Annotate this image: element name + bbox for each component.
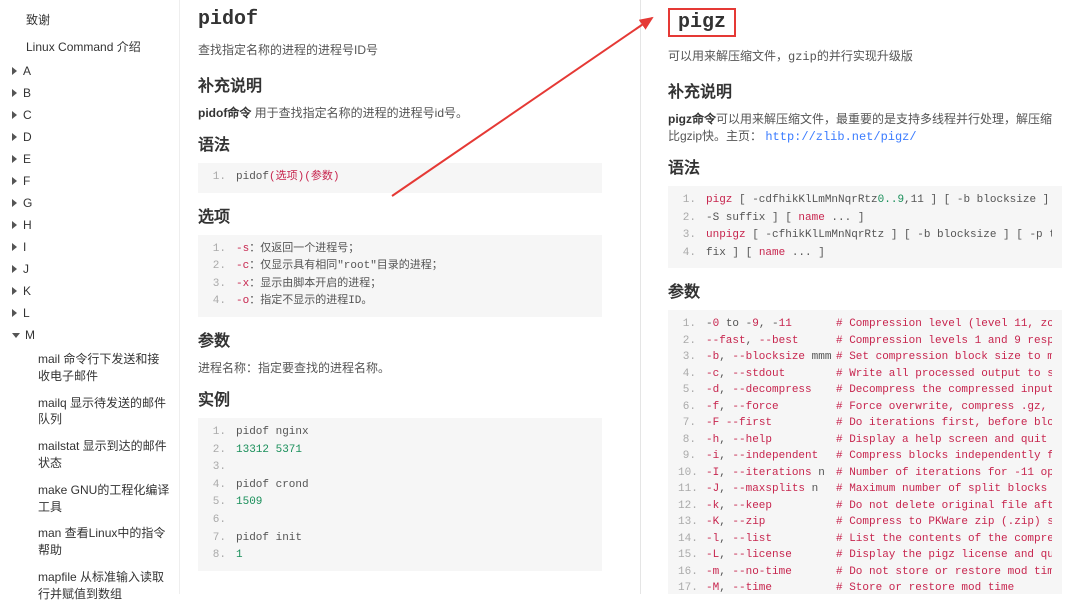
chevron-icon bbox=[12, 265, 17, 273]
sidebar-letter-k[interactable]: K bbox=[12, 280, 179, 302]
sidebar-letter-label: I bbox=[23, 240, 26, 254]
pidof-section-options: 选项 bbox=[198, 203, 602, 227]
sidebar-letter-label: C bbox=[23, 108, 32, 122]
sidebar-letter-g[interactable]: G bbox=[12, 192, 179, 214]
chevron-icon bbox=[12, 309, 17, 317]
sidebar-sub-item[interactable]: man 查看Linux中的指令帮助 bbox=[12, 520, 179, 564]
chevron-icon bbox=[12, 67, 17, 75]
pidof-sup-text: pidof命令 用于查找指定名称的进程的进程号id号。 bbox=[198, 104, 602, 121]
sidebar-letter-a[interactable]: A bbox=[12, 60, 179, 82]
pigz-sup-text: pigz命令可以用来解压缩文件，最重要的是支持多线程并行处理，解压缩比gzip快… bbox=[668, 110, 1062, 144]
pidof-example-code: 1.pidof nginx2.13312 53713.4.pidof crond… bbox=[198, 418, 602, 571]
chevron-icon bbox=[12, 177, 17, 185]
sidebar-letter-label: E bbox=[23, 152, 31, 166]
pidof-section-sup: 补充说明 bbox=[198, 72, 602, 96]
sidebar-letter-label: G bbox=[23, 196, 32, 210]
pidof-sup-rest: 用于查找指定名称的进程的进程号id号。 bbox=[251, 106, 468, 120]
pigz-link[interactable]: http://zlib.net/pigz/ bbox=[765, 130, 916, 144]
sidebar-letter-c[interactable]: C bbox=[12, 104, 179, 126]
sidebar-letter-b[interactable]: B bbox=[12, 82, 179, 104]
sidebar: 致谢Linux Command 介绍 ABCDEFGHIJKLMmail 命令行… bbox=[0, 0, 180, 594]
pidof-section-syntax: 语法 bbox=[198, 131, 602, 155]
sidebar-thanks[interactable]: 致谢 bbox=[12, 6, 179, 33]
pidof-syntax-code: 1.pidof(选项)(参数) bbox=[198, 163, 602, 193]
sidebar-intro[interactable]: Linux Command 介绍 bbox=[12, 33, 179, 60]
sidebar-sub-item[interactable]: mailstat 显示到达的邮件状态 bbox=[12, 433, 179, 477]
sidebar-letter-i[interactable]: I bbox=[12, 236, 179, 258]
pigz-params-code: 1.-0 to -9, -11# Compression level (leve… bbox=[668, 310, 1062, 594]
pigz-sub-post: 的并行实现升级版 bbox=[817, 49, 913, 63]
chevron-icon bbox=[12, 89, 17, 97]
sidebar-letter-label: A bbox=[23, 64, 31, 78]
pigz-section-syntax: 语法 bbox=[668, 154, 1062, 178]
sidebar-letter-h[interactable]: H bbox=[12, 214, 179, 236]
sidebar-letter-f[interactable]: F bbox=[12, 170, 179, 192]
chevron-icon bbox=[12, 333, 20, 338]
pidof-sup-bold: pidof命令 bbox=[198, 106, 251, 120]
sidebar-sub-item[interactable]: mapfile 从标准输入读取行并赋值到数组 bbox=[12, 564, 179, 608]
pane-divider bbox=[640, 0, 641, 594]
pidof-subtitle: 查找指定名称的进程的进程号ID号 bbox=[198, 41, 602, 58]
pidof-param-text: 进程名称：指定要查找的进程名称。 bbox=[198, 359, 602, 376]
pane-pidof: pidof 查找指定名称的进程的进程号ID号 补充说明 pidof命令 用于查找… bbox=[180, 0, 620, 594]
sidebar-letter-j[interactable]: J bbox=[12, 258, 179, 280]
sidebar-letter-label: B bbox=[23, 86, 31, 100]
sidebar-sub-item[interactable]: mailq 显示待发送的邮件队列 bbox=[12, 390, 179, 434]
pidof-section-example: 实例 bbox=[198, 386, 602, 410]
pidof-options-code: 1.-s：仅返回一个进程号；2.-c：仅显示具有相同"root"目录的进程；3.… bbox=[198, 235, 602, 317]
chevron-icon bbox=[12, 221, 17, 229]
sidebar-letter-label: D bbox=[23, 130, 32, 144]
sidebar-letter-label: F bbox=[23, 174, 30, 188]
sidebar-letter-label: L bbox=[23, 306, 30, 320]
chevron-icon bbox=[12, 111, 17, 119]
pigz-syntax-code: 1.pigz [ -cdfhikKlLmMnNqrRtz0..9,11 ] [ … bbox=[668, 186, 1062, 268]
chevron-icon bbox=[12, 243, 17, 251]
sidebar-letter-label: J bbox=[23, 262, 29, 276]
sidebar-letter-e[interactable]: E bbox=[12, 148, 179, 170]
sidebar-letter-d[interactable]: D bbox=[12, 126, 179, 148]
pigz-sub-pre: 可以用来解压缩文件， bbox=[668, 49, 788, 63]
pigz-title: pigz bbox=[668, 8, 736, 37]
sidebar-sub-item[interactable]: make GNU的工程化编译工具 bbox=[12, 477, 179, 521]
pane-pigz: pigz 可以用来解压缩文件，gzip的并行实现升级版 补充说明 pigz命令可… bbox=[650, 0, 1080, 594]
pigz-sup-bold: pigz命令 bbox=[668, 112, 716, 126]
sidebar-letter-l[interactable]: L bbox=[12, 302, 179, 324]
sidebar-letter-m[interactable]: M bbox=[12, 324, 179, 346]
chevron-icon bbox=[12, 199, 17, 207]
pidof-title: pidof bbox=[198, 8, 602, 31]
pigz-section-sup: 补充说明 bbox=[668, 78, 1062, 102]
chevron-icon bbox=[12, 287, 17, 295]
pidof-section-params: 参数 bbox=[198, 327, 602, 351]
pigz-section-params: 参数 bbox=[668, 278, 1062, 302]
chevron-icon bbox=[12, 155, 17, 163]
chevron-icon bbox=[12, 133, 17, 141]
pigz-sub-code: gzip bbox=[788, 50, 817, 64]
sidebar-letter-label: M bbox=[25, 328, 35, 342]
pigz-subtitle: 可以用来解压缩文件，gzip的并行实现升级版 bbox=[668, 47, 1062, 64]
sidebar-sub-item[interactable]: mail 命令行下发送和接收电子邮件 bbox=[12, 346, 179, 390]
sidebar-letter-label: H bbox=[23, 218, 32, 232]
sidebar-letter-label: K bbox=[23, 284, 31, 298]
